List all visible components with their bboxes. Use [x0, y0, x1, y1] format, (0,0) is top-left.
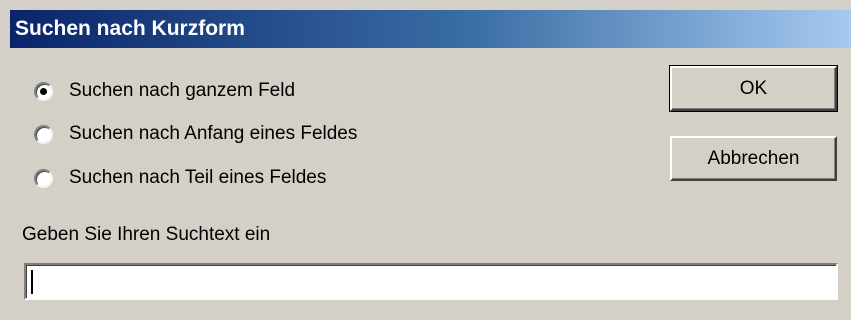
radio-whole-field-label[interactable]: Suchen nach ganzem Feld: [69, 80, 295, 102]
radio-field-start-label[interactable]: Suchen nach Anfang eines Feldes: [69, 123, 357, 145]
radio-button-icon[interactable]: [34, 168, 53, 188]
radio-field-start[interactable]: Suchen nach Anfang eines Feldes: [34, 121, 357, 147]
radio-button-icon[interactable]: [34, 124, 53, 144]
radio-whole-field[interactable]: Suchen nach ganzem Feld: [34, 78, 295, 104]
title-bar[interactable]: Suchen nach Kurzform: [10, 10, 851, 48]
radio-selected-dot-icon: [40, 87, 47, 95]
search-prompt-label: Geben Sie Ihren Suchtext ein: [22, 224, 271, 245]
dialog-window: Suchen nach Kurzform Suchen nach ganzem …: [0, 0, 851, 320]
radio-field-part[interactable]: Suchen nach Teil eines Feldes: [34, 165, 326, 191]
radio-button-icon[interactable]: [34, 81, 53, 101]
ok-button[interactable]: OK: [669, 65, 838, 112]
radio-field-part-label[interactable]: Suchen nach Teil eines Feldes: [69, 167, 326, 189]
cancel-button[interactable]: Abbrechen: [670, 136, 837, 181]
window-title: Suchen nach Kurzform: [15, 17, 245, 40]
search-text-input[interactable]: [24, 263, 838, 300]
text-cursor: [31, 270, 33, 294]
